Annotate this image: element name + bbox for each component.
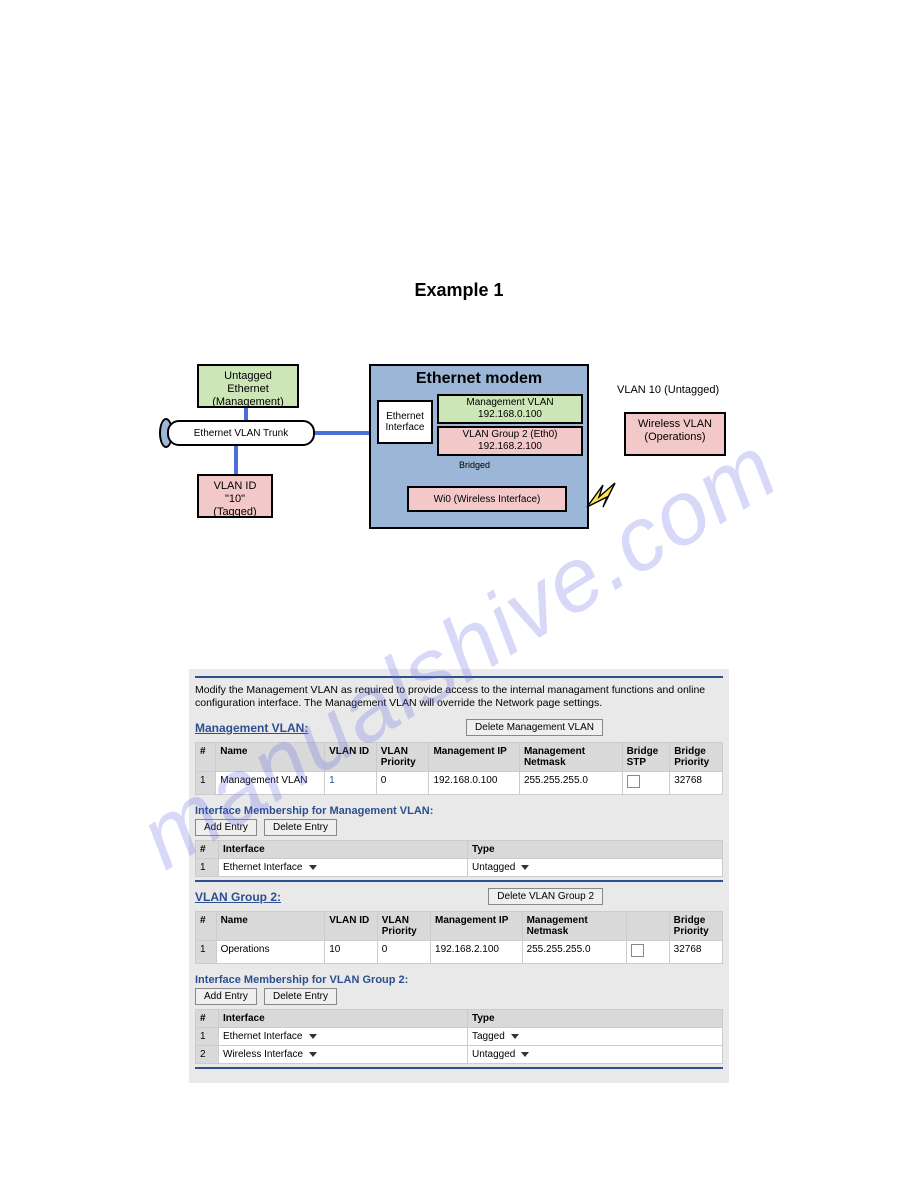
delete-entry-button[interactable]: Delete Entry bbox=[264, 819, 337, 836]
col-mgmt-netmask: ManagementNetmask bbox=[522, 912, 626, 941]
vg2-interface-membership-table: # Interface Type 1 Ethernet Interface Ta… bbox=[195, 1009, 723, 1064]
chevron-down-icon bbox=[511, 1034, 519, 1039]
cell-type[interactable]: Untagged bbox=[468, 859, 723, 877]
description-text: Modify the Management VLAN as required t… bbox=[195, 684, 723, 709]
cell-num: 1 bbox=[196, 1028, 219, 1046]
diagram: UntaggedEthernet(Management) Ethernet VL… bbox=[149, 319, 769, 549]
col-num: # bbox=[196, 1010, 219, 1028]
interface-membership-mgmt-title: Interface Membership for Management VLAN… bbox=[195, 805, 723, 817]
cell-bridge-priority[interactable]: 32768 bbox=[669, 941, 722, 964]
cell-interface[interactable]: Wireless Interface bbox=[219, 1046, 468, 1064]
lightning-icon bbox=[581, 477, 625, 521]
col-bridge-stp: BridgeSTP bbox=[622, 743, 670, 772]
divider bbox=[195, 880, 723, 882]
cell-mgmt-netmask[interactable]: 255.255.255.0 bbox=[522, 941, 626, 964]
col-vlan-id: VLAN ID bbox=[325, 743, 377, 772]
table-row: 1 Operations 10 0 192.168.2.100 255.255.… bbox=[196, 941, 723, 964]
connector bbox=[234, 446, 238, 474]
cell-num: 2 bbox=[196, 1046, 219, 1064]
col-mgmt-netmask: ManagementNetmask bbox=[519, 743, 622, 772]
col-mgmt-ip: Management IP bbox=[429, 743, 520, 772]
cell-vlan-id[interactable]: 1 bbox=[325, 772, 377, 795]
col-vlan-id: VLAN ID bbox=[325, 912, 377, 941]
col-name: Name bbox=[216, 912, 325, 941]
add-entry-button[interactable]: Add Entry bbox=[195, 819, 257, 836]
mgmt-interface-membership-table: # Interface Type 1 Ethernet Interface Un… bbox=[195, 840, 723, 877]
col-type: Type bbox=[468, 1010, 723, 1028]
col-bridge-stp bbox=[626, 912, 669, 941]
cell-num: 1 bbox=[196, 772, 216, 795]
col-name: Name bbox=[216, 743, 325, 772]
cell-num: 1 bbox=[196, 941, 217, 964]
divider bbox=[195, 1067, 723, 1069]
cell-bridge-priority[interactable]: 32768 bbox=[670, 772, 723, 795]
vlan-10-untagged-label: VLAN 10 (Untagged) bbox=[617, 384, 719, 396]
add-entry-button[interactable]: Add Entry bbox=[195, 988, 257, 1005]
table-row: 1 Ethernet Interface Tagged bbox=[196, 1028, 723, 1046]
vlan-group-2-table: # Name VLAN ID VLANPriority Management I… bbox=[195, 911, 723, 964]
delete-management-vlan-button[interactable]: Delete Management VLAN bbox=[466, 719, 603, 736]
management-vlan-table: # Name VLAN ID VLANPriority Management I… bbox=[195, 742, 723, 795]
vlan-id-10-box: VLAN ID"10"(Tagged) bbox=[197, 474, 273, 518]
wireless-vlan-box: Wireless VLAN(Operations) bbox=[624, 412, 726, 456]
cell-type[interactable]: Untagged bbox=[468, 1046, 723, 1064]
chevron-down-icon bbox=[521, 865, 529, 870]
delete-entry-button[interactable]: Delete Entry bbox=[264, 988, 337, 1005]
ethernet-interface-box: EthernetInterface bbox=[377, 400, 433, 444]
col-vlan-priority: VLANPriority bbox=[377, 912, 430, 941]
checkbox[interactable] bbox=[631, 944, 644, 957]
table-row: 1 Ethernet Interface Untagged bbox=[196, 859, 723, 877]
chevron-down-icon bbox=[309, 1052, 317, 1057]
col-interface: Interface bbox=[219, 841, 468, 859]
cell-name[interactable]: Operations bbox=[216, 941, 325, 964]
ethernet-modem-box: Ethernet modem EthernetInterface Managem… bbox=[369, 364, 589, 529]
cell-vlan-priority[interactable]: 0 bbox=[376, 772, 429, 795]
divider bbox=[195, 676, 723, 678]
cell-mgmt-ip[interactable]: 192.168.2.100 bbox=[431, 941, 523, 964]
table-row: 1 Management VLAN 1 0 192.168.0.100 255.… bbox=[196, 772, 723, 795]
col-mgmt-ip: Management IP bbox=[431, 912, 523, 941]
checkbox[interactable] bbox=[627, 775, 640, 788]
cell-mgmt-netmask[interactable]: 255.255.255.0 bbox=[519, 772, 622, 795]
example-title: Example 1 bbox=[0, 280, 918, 301]
chevron-down-icon bbox=[521, 1052, 529, 1057]
table-row: 2 Wireless Interface Untagged bbox=[196, 1046, 723, 1064]
untagged-ethernet-box: UntaggedEthernet(Management) bbox=[197, 364, 299, 408]
cell-vlan-id[interactable]: 10 bbox=[325, 941, 377, 964]
cell-vlan-priority[interactable]: 0 bbox=[377, 941, 430, 964]
chevron-down-icon bbox=[309, 1034, 317, 1039]
cell-mgmt-ip[interactable]: 192.168.0.100 bbox=[429, 772, 520, 795]
chevron-down-icon bbox=[309, 865, 317, 870]
management-vlan-box: Management VLAN192.168.0.100 bbox=[437, 394, 583, 424]
cell-bridge-stp[interactable] bbox=[626, 941, 669, 964]
cell-bridge-stp[interactable] bbox=[622, 772, 670, 795]
cell-name[interactable]: Management VLAN bbox=[216, 772, 325, 795]
cell-interface[interactable]: Ethernet Interface bbox=[219, 859, 468, 877]
config-panel: Modify the Management VLAN as required t… bbox=[189, 669, 729, 1083]
cell-num: 1 bbox=[196, 859, 219, 877]
col-vlan-priority: VLANPriority bbox=[376, 743, 429, 772]
col-bridge-priority: BridgePriority bbox=[670, 743, 723, 772]
management-vlan-link[interactable]: Management VLAN: bbox=[195, 721, 308, 735]
col-num: # bbox=[196, 743, 216, 772]
ethernet-modem-title: Ethernet modem bbox=[371, 366, 587, 390]
ethernet-vlan-trunk: Ethernet VLAN Trunk bbox=[167, 420, 315, 446]
col-interface: Interface bbox=[219, 1010, 468, 1028]
cell-interface[interactable]: Ethernet Interface bbox=[219, 1028, 468, 1046]
interface-membership-vg2-title: Interface Membership for VLAN Group 2: bbox=[195, 974, 723, 986]
wi0-box: Wi0 (Wireless Interface) bbox=[407, 486, 567, 512]
cell-type[interactable]: Tagged bbox=[468, 1028, 723, 1046]
col-type: Type bbox=[468, 841, 723, 859]
col-num: # bbox=[196, 841, 219, 859]
col-num: # bbox=[196, 912, 217, 941]
bridged-label: Bridged bbox=[459, 460, 490, 470]
vlan-group-2-link[interactable]: VLAN Group 2: bbox=[195, 890, 281, 904]
col-bridge-priority: BridgePriority bbox=[669, 912, 722, 941]
vlan-group-2-box: VLAN Group 2 (Eth0)192.168.2.100 bbox=[437, 426, 583, 456]
delete-vlan-group-2-button[interactable]: Delete VLAN Group 2 bbox=[488, 888, 603, 905]
